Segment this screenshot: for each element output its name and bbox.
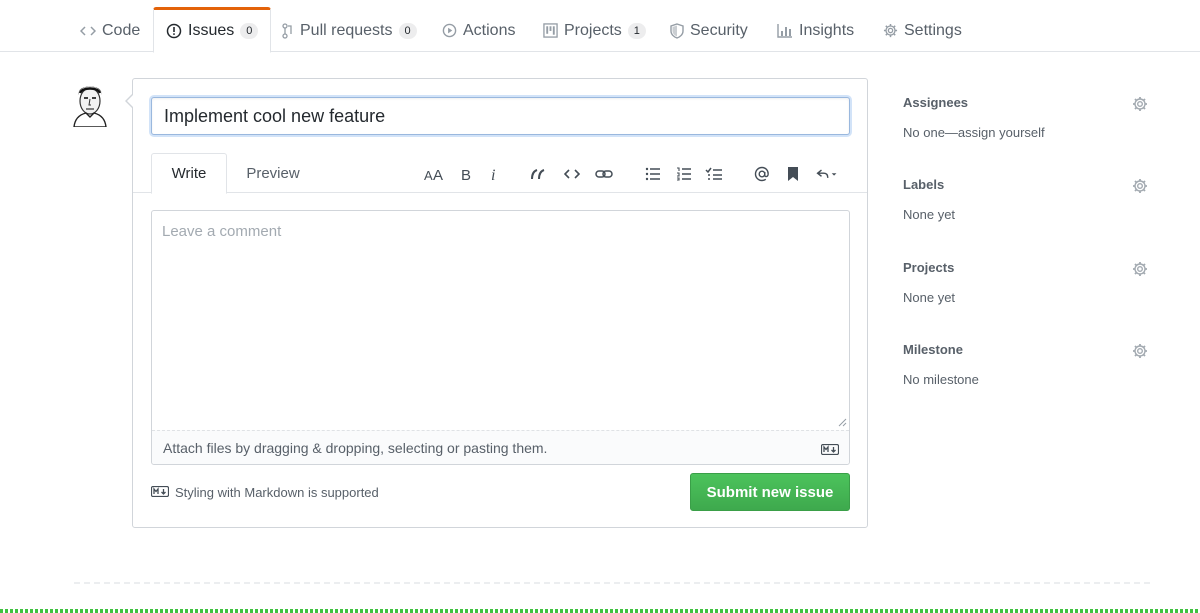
tab-settings[interactable]: Settings: [883, 8, 962, 53]
italic-icon[interactable]: i: [483, 163, 505, 185]
ordered-list-icon[interactable]: [673, 163, 695, 185]
issue-title-input[interactable]: [151, 97, 850, 135]
gear-icon: [883, 23, 898, 38]
tab-label: Security: [690, 21, 748, 39]
tab-label: Insights: [799, 21, 855, 39]
comment-textarea[interactable]: [152, 211, 849, 431]
mention-icon[interactable]: [751, 163, 773, 185]
svg-text:i: i: [491, 167, 495, 181]
file-attachment-bar[interactable]: Attach files by dragging & dropping, sel…: [152, 430, 849, 464]
play-icon: [442, 23, 457, 38]
unordered-list-icon[interactable]: [642, 163, 664, 185]
tab-write[interactable]: Write: [151, 153, 227, 194]
tab-label: Issues: [188, 22, 235, 39]
bookmark-icon[interactable]: [782, 163, 804, 185]
bottom-edge-strip: [0, 609, 1200, 613]
markdown-support-note[interactable]: Styling with Markdown is supported: [150, 483, 379, 501]
shield-icon: [670, 22, 684, 39]
issue-opened-icon: [166, 23, 182, 39]
tab-code[interactable]: Code: [80, 8, 140, 53]
git-pull-request-icon: [282, 22, 294, 39]
svg-text:B: B: [461, 167, 471, 181]
tab-actions[interactable]: Actions: [442, 8, 515, 53]
gear-icon[interactable]: [1132, 178, 1148, 194]
bold-icon[interactable]: B: [455, 163, 477, 185]
svg-text:A: A: [433, 167, 443, 181]
sidebar-value: No milestone: [903, 372, 979, 387]
new-issue-form: Write Preview AA B i: [125, 78, 868, 528]
sidebar-heading: Projects: [903, 260, 955, 275]
task-list-icon[interactable]: [703, 163, 725, 185]
issues-counter: 0: [240, 23, 259, 39]
resize-grip-icon[interactable]: [837, 417, 847, 427]
gear-icon[interactable]: [1132, 96, 1148, 112]
sidebar-heading: Labels: [903, 177, 945, 192]
reply-icon[interactable]: [816, 163, 838, 185]
sidebar-value: None yet: [903, 290, 956, 305]
markdown-icon: [150, 485, 170, 500]
comment-tabnav: Write Preview AA B i: [133, 153, 867, 194]
comment-field-container: Attach files by dragging & dropping, sel…: [151, 210, 850, 465]
sidebar-heading: Assignees: [903, 95, 969, 110]
footer-divider: [74, 582, 1150, 584]
svg-text:A: A: [424, 168, 433, 181]
submit-new-issue-button[interactable]: Submit new issue: [690, 473, 850, 511]
tab-preview[interactable]: Preview: [233, 153, 313, 193]
text-size-icon[interactable]: AA: [423, 163, 445, 185]
project-icon: [543, 23, 558, 38]
tab-label: Settings: [904, 21, 962, 39]
assign-yourself-link[interactable]: No one—assign yourself: [903, 125, 1045, 140]
tab-pull-requests[interactable]: Pull requests 0: [282, 8, 417, 53]
sidebar-milestone: Milestone No milestone: [903, 325, 1148, 387]
graph-icon: [777, 23, 793, 38]
sidebar-value: None yet: [903, 207, 956, 222]
code-icon: [80, 24, 96, 38]
gear-icon[interactable]: [1132, 343, 1148, 359]
sidebar-assignees: Assignees No one—assign yourself: [903, 78, 1148, 140]
tab-issues[interactable]: Issues 0: [153, 7, 272, 53]
tab-security[interactable]: Security: [670, 8, 748, 53]
quote-icon[interactable]: [527, 163, 549, 185]
gear-icon[interactable]: [1132, 261, 1148, 277]
pull-requests-counter: 0: [398, 22, 417, 39]
projects-counter: 1: [627, 22, 646, 39]
tab-projects[interactable]: Projects 1: [543, 8, 646, 53]
tab-label: Projects: [564, 21, 622, 39]
sidebar-projects: Projects None yet: [903, 243, 1148, 305]
markdown-icon: [820, 442, 840, 458]
code-icon[interactable]: [561, 163, 583, 185]
tab-label: Code: [102, 21, 141, 39]
tab-insights[interactable]: Insights: [777, 8, 854, 53]
repo-nav: Code Issues 0 Pull requests 0 Actions Pr…: [0, 0, 1200, 53]
markdown-note-text: Styling with Markdown is supported: [175, 484, 379, 500]
attach-files-text: Attach files by dragging & dropping, sel…: [163, 439, 548, 456]
tab-label: Pull requests: [300, 21, 393, 39]
tab-label: Actions: [463, 21, 516, 39]
link-icon[interactable]: [593, 163, 615, 185]
sidebar-labels: Labels None yet: [903, 160, 1148, 222]
sidebar-heading: Milestone: [903, 342, 963, 357]
avatar[interactable]: [70, 79, 110, 128]
